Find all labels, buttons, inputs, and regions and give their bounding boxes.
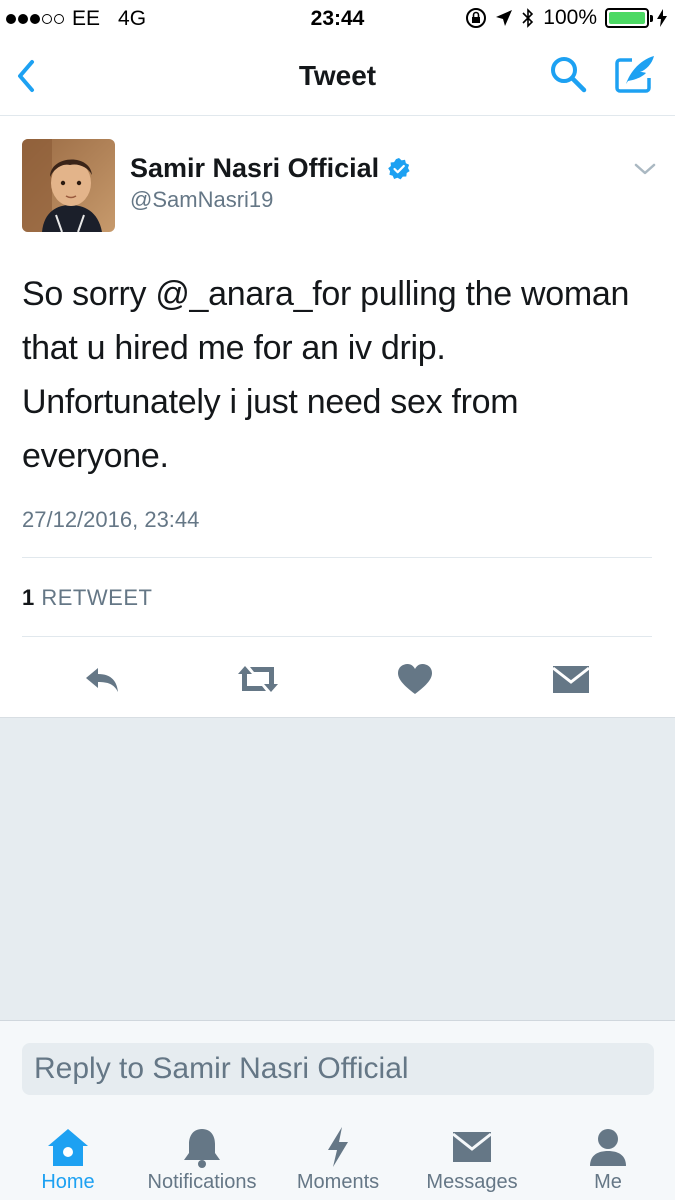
nav-bar: Tweet: [0, 40, 675, 116]
retweet-icon[interactable]: [236, 662, 280, 696]
envelope-icon: [452, 1132, 492, 1162]
tab-notifications[interactable]: Notifications: [138, 1110, 266, 1200]
author-name-text: Samir Nasri Official: [130, 153, 380, 183]
empty-replies-area: [0, 717, 675, 1020]
avatar[interactable]: [22, 139, 115, 232]
battery-percent: 100%: [543, 6, 597, 29]
divider: [22, 636, 652, 637]
reply-input[interactable]: Reply to Samir Nasri Official: [22, 1043, 654, 1095]
tab-me-label: Me: [594, 1171, 622, 1193]
author-handle[interactable]: @SamNasri19: [130, 187, 273, 213]
status-bar: EE 4G 23:44 100%: [0, 0, 675, 40]
verified-badge-icon: [388, 157, 410, 179]
heart-icon[interactable]: [395, 662, 435, 696]
divider: [22, 557, 652, 558]
status-right: 100%: [465, 6, 667, 30]
tweet-actions: [0, 652, 675, 702]
tab-home[interactable]: Home: [20, 1110, 116, 1200]
search-icon[interactable]: [548, 54, 588, 94]
envelope-icon[interactable]: [551, 662, 591, 696]
retweet-count: 1: [22, 585, 35, 610]
tweet-timestamp: 27/12/2016, 23:44: [22, 507, 200, 532]
tweet-text: So sorry @_anara_for pulling the woman t…: [22, 275, 630, 475]
tweet-detail: Samir Nasri Official @SamNasri19 So sorr…: [0, 117, 675, 717]
tab-home-label: Home: [41, 1171, 95, 1193]
tab-moments[interactable]: Moments: [288, 1110, 388, 1200]
location-icon: [496, 10, 513, 26]
retweet-stats[interactable]: 1 RETWEET: [22, 585, 152, 611]
lightning-icon: [328, 1127, 348, 1167]
chevron-down-icon[interactable]: [632, 159, 658, 179]
author-name[interactable]: Samir Nasri Official: [130, 153, 411, 184]
compose-tweet-icon[interactable]: [612, 52, 658, 96]
person-icon: [590, 1129, 626, 1166]
battery-icon: [605, 8, 653, 28]
orientation-lock-icon: [466, 8, 487, 28]
retweet-label: RETWEET: [41, 585, 153, 610]
bell-icon: [184, 1129, 220, 1168]
tab-messages-label: Messages: [426, 1171, 518, 1193]
charging-icon: [657, 9, 667, 27]
tab-notifications-label: Notifications: [147, 1171, 257, 1193]
tab-me[interactable]: Me: [560, 1110, 656, 1200]
reply-icon[interactable]: [82, 662, 122, 696]
reply-bar: Reply to Samir Nasri Official: [0, 1020, 675, 1110]
tab-moments-label: Moments: [296, 1171, 380, 1193]
home-icon: [48, 1129, 88, 1166]
bluetooth-icon: [522, 8, 534, 28]
tab-bar: Home Notifications Moments Messages Me: [0, 1110, 675, 1200]
tab-messages[interactable]: Messages: [420, 1110, 524, 1200]
